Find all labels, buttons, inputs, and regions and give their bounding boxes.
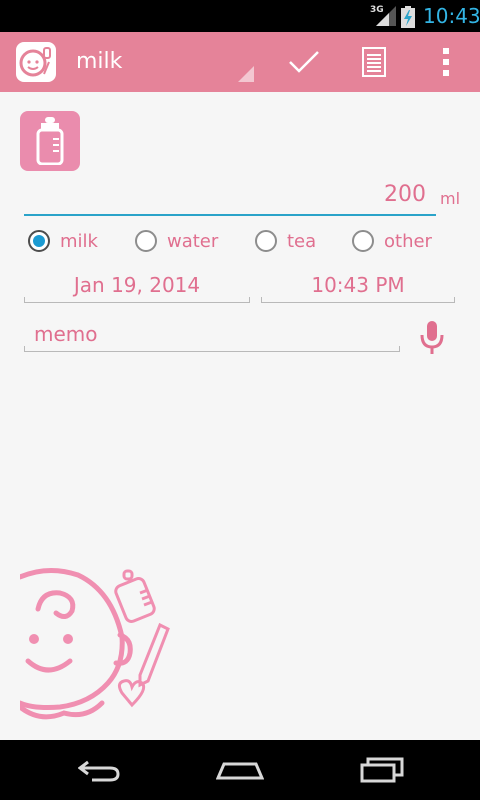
radio-button[interactable]	[255, 230, 277, 252]
radio-label: other	[384, 230, 432, 252]
list-icon	[362, 47, 386, 77]
radio-button-checked[interactable]	[28, 230, 50, 252]
radio-other[interactable]: other	[352, 226, 432, 256]
radio-milk[interactable]: milk	[28, 226, 98, 256]
radio-button[interactable]	[352, 230, 374, 252]
amount-input[interactable]: 200	[24, 180, 436, 216]
radio-tea[interactable]: tea	[255, 226, 316, 256]
recent-apps-button[interactable]	[342, 740, 422, 800]
app-logo-icon[interactable]	[16, 42, 56, 82]
home-button[interactable]	[200, 740, 280, 800]
navigation-bar	[0, 740, 480, 800]
radio-label: tea	[287, 230, 317, 252]
overflow-menu-icon	[443, 48, 449, 76]
radio-label: water	[167, 230, 219, 252]
microphone-icon	[420, 321, 444, 354]
memo-input[interactable]: memo	[24, 318, 400, 352]
memo-placeholder: memo	[34, 322, 98, 346]
clock: 10:43	[423, 4, 480, 28]
check-icon	[289, 51, 319, 73]
date-value: Jan 19, 2014	[73, 273, 201, 297]
screen-title[interactable]: milk	[76, 49, 122, 74]
battery-charging-icon	[401, 6, 415, 28]
radio-water[interactable]: water	[135, 226, 218, 256]
back-button[interactable]	[60, 740, 140, 800]
date-picker-field[interactable]: Jan 19, 2014	[24, 269, 250, 303]
drink-type-icon-tile	[20, 111, 80, 171]
baby-illustration	[20, 568, 170, 720]
drink-type-radio-group: milk water tea other	[28, 226, 468, 256]
action-bar: milk	[0, 32, 480, 92]
radio-label: milk	[60, 230, 98, 252]
time-picker-field[interactable]: 10:43 PM	[261, 269, 455, 303]
amount-unit-label: ml	[440, 189, 461, 208]
signal-icon	[376, 6, 396, 26]
status-bar: 3G 10:43	[0, 0, 480, 32]
overflow-menu-button[interactable]	[418, 32, 474, 92]
voice-input-button[interactable]	[414, 318, 450, 358]
save-button[interactable]	[276, 32, 332, 92]
back-icon	[78, 760, 120, 782]
time-value: 10:43 PM	[311, 273, 405, 297]
spinner-indicator-icon	[238, 66, 254, 82]
recent-apps-icon	[360, 757, 404, 783]
baby-bottle-icon	[36, 117, 64, 165]
radio-button[interactable]	[135, 230, 157, 252]
history-list-button[interactable]	[346, 32, 402, 92]
home-icon	[216, 762, 264, 780]
amount-value: 200	[384, 182, 426, 207]
